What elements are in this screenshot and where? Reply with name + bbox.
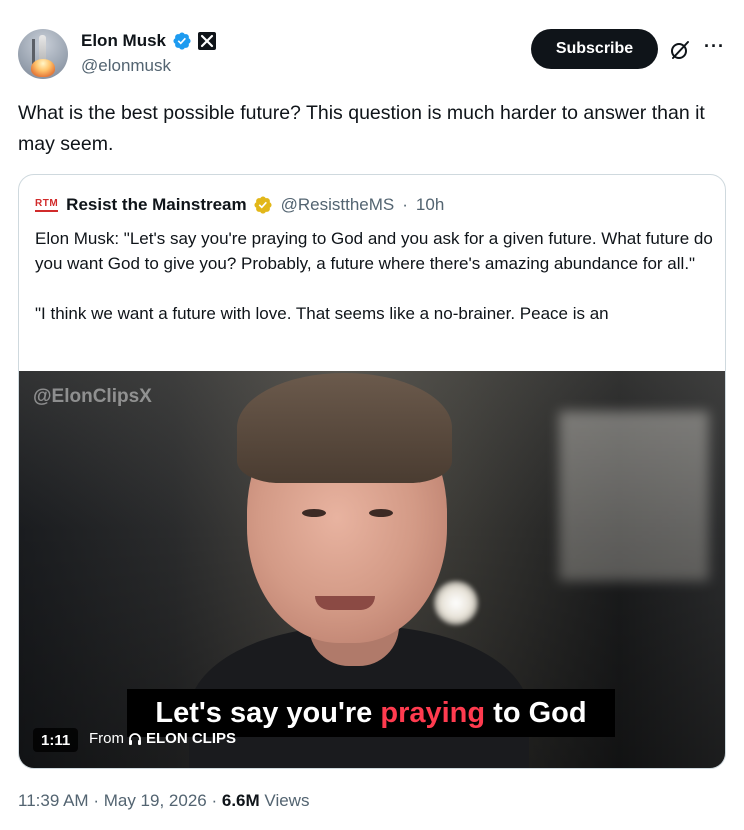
view-count[interactable]: 6.6M xyxy=(222,791,260,810)
tweet-text: What is the best possible future? This q… xyxy=(18,102,705,155)
source-name: ELON CLIPS xyxy=(146,730,237,747)
gold-verified-badge-icon xyxy=(253,195,273,215)
avatar[interactable] xyxy=(18,29,68,79)
more-options-icon[interactable]: ··· xyxy=(704,36,725,57)
post-date[interactable]: May 19, 2026 xyxy=(104,791,207,810)
quoted-paragraph-2: "I think we want a future with love. Tha… xyxy=(35,304,609,323)
quoted-separator: · xyxy=(402,195,408,214)
caption-part-2: to God xyxy=(485,696,587,729)
quoted-author-name[interactable]: Resist the Mainstream xyxy=(66,195,246,215)
caption-text: Let's say you're praying to God xyxy=(155,697,586,730)
caption-highlight: praying xyxy=(380,696,486,729)
quoted-header: RTM Resist the Mainstream @ResisttheMS ·… xyxy=(35,195,444,215)
headphones-icon xyxy=(128,732,142,746)
rtm-logo[interactable]: RTM xyxy=(35,198,59,212)
author-handle[interactable]: @elonmusk xyxy=(81,56,171,76)
quoted-tweet[interactable]: RTM Resist the Mainstream @ResisttheMS ·… xyxy=(18,174,726,769)
meta-separator: · xyxy=(211,791,218,810)
video-person-mouth xyxy=(315,596,375,610)
rocket-image xyxy=(39,35,46,61)
video-person-hair xyxy=(237,373,452,483)
grok-icon[interactable] xyxy=(669,39,691,66)
verified-badge-icon xyxy=(172,31,192,51)
video-watermark: @ElonClipsX xyxy=(33,386,152,407)
rocket-flame xyxy=(31,59,55,77)
tweet-meta: 11:39 AM · May 19, 2026 · 6.6M Views xyxy=(18,791,309,811)
meta-separator: · xyxy=(93,791,99,810)
caption-part-1: Let's say you're xyxy=(155,696,381,729)
video-light xyxy=(434,581,478,625)
quoted-timestamp[interactable]: 10h xyxy=(416,195,444,215)
quoted-paragraph-1: Elon Musk: "Let's say you're praying to … xyxy=(35,229,713,273)
video-person-eye xyxy=(302,509,326,517)
author-name-row: Elon Musk xyxy=(81,31,217,51)
post-time[interactable]: 11:39 AM xyxy=(18,791,89,810)
video-shelf xyxy=(559,411,709,581)
video-player[interactable]: @ElonClipsX Let's say you're praying to … xyxy=(19,371,725,768)
x-affiliate-icon xyxy=(198,32,217,50)
video-duration: 1:11 xyxy=(33,728,79,752)
quoted-author-handle[interactable]: @ResisttheMS xyxy=(281,195,395,215)
quoted-text: Elon Musk: "Let's say you're praying to … xyxy=(35,226,715,351)
author-name[interactable]: Elon Musk xyxy=(81,31,166,51)
views-label: Views xyxy=(264,791,310,810)
from-label: From xyxy=(89,730,124,747)
video-person-eye xyxy=(369,509,393,517)
video-source[interactable]: From ELON CLIPS xyxy=(89,730,236,747)
subscribe-button[interactable]: Subscribe xyxy=(531,29,658,69)
